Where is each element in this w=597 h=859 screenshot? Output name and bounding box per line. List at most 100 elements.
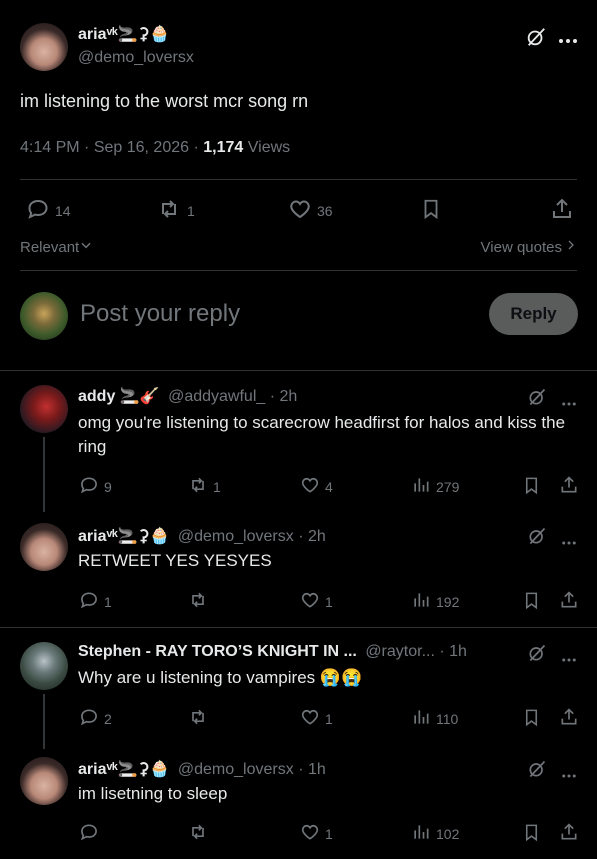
views-count: 1,174 (203, 139, 244, 156)
bookmark-icon[interactable] (420, 197, 442, 226)
like-icon (300, 590, 320, 613)
post-time[interactable]: · 2h (298, 528, 326, 545)
author-handle[interactable]: @demo_loversx (178, 528, 294, 545)
repost-count: 1 (187, 202, 195, 219)
author-display-name[interactable]: addy 🚬🎸 (78, 388, 160, 405)
sort-dropdown[interactable]: Relevant (20, 238, 93, 256)
view-quotes-link[interactable]: View quotes (481, 238, 577, 256)
reply-icon (26, 197, 50, 224)
avatar[interactable] (20, 757, 68, 805)
reply-count: 14 (55, 202, 71, 219)
bookmark-icon[interactable] (522, 590, 541, 616)
reply-count: 9 (104, 478, 112, 495)
post-date[interactable]: Sep 16, 2026 (94, 139, 189, 156)
like-icon (300, 822, 320, 845)
author-display-name[interactable]: ariaᵛᵏ🚬⚳🧁 (78, 761, 169, 778)
post-time[interactable]: · 2h (270, 388, 298, 405)
views-count: 279 (436, 478, 460, 495)
views-icon (411, 475, 431, 498)
grok-icon[interactable] (527, 526, 547, 551)
repost-button[interactable] (188, 707, 213, 730)
post-text: im listening to the worst mcr song rn (20, 91, 309, 111)
post-meta: 4:14 PM · Sep 16, 2026 · 1,174 Views (20, 139, 290, 157)
more-icon[interactable] (560, 533, 578, 551)
reply-button[interactable] (79, 822, 104, 845)
share-icon[interactable] (559, 475, 579, 500)
bookmark-icon[interactable] (522, 822, 541, 848)
reply-count: 2 (104, 710, 112, 727)
repost-icon (188, 475, 208, 498)
reply-text: im lisetning to sleep (78, 784, 228, 803)
like-button[interactable]: 4 (300, 475, 333, 498)
like-icon (300, 475, 320, 498)
views-button[interactable]: 110 (411, 707, 458, 730)
post-time[interactable]: · 1h (439, 643, 467, 660)
author-display-name[interactable]: Stephen - RAY TORO’S KNIGHT IN ... (78, 643, 357, 660)
views-icon (411, 590, 431, 613)
meta-separator: · (84, 139, 90, 156)
bookmark-icon[interactable] (522, 475, 541, 501)
chevron-right-icon (565, 238, 577, 256)
view-quotes-label: View quotes (480, 238, 562, 256)
repost-button[interactable]: 1 (188, 475, 221, 498)
like-icon (300, 707, 320, 730)
reply-count: 1 (104, 593, 112, 610)
like-count: 1 (325, 710, 333, 727)
author-handle[interactable]: @demo_loversx (178, 761, 294, 778)
grok-icon[interactable] (527, 387, 547, 412)
views-icon (411, 822, 431, 845)
reply-text: Why are u listening to vampires 😭😭 (78, 668, 363, 687)
reply-input[interactable]: Post your reply (80, 300, 240, 328)
views-count: 192 (436, 593, 460, 610)
repost-icon (188, 822, 208, 845)
grok-icon[interactable] (527, 759, 547, 784)
avatar[interactable] (20, 385, 68, 433)
reply-icon (79, 590, 99, 613)
author-display-name[interactable]: ariaᵛᵏ🚬⚳🧁 (78, 26, 169, 43)
like-button[interactable]: 1 (300, 822, 333, 845)
views-count: 102 (436, 825, 460, 842)
author-handle[interactable]: @demo_loversx (78, 49, 194, 66)
like-count: 1 (325, 593, 333, 610)
reply-button[interactable]: 9 (79, 475, 112, 498)
like-button[interactable]: 1 (300, 590, 333, 613)
more-icon[interactable] (558, 32, 578, 50)
share-icon[interactable] (559, 707, 579, 732)
author-display-name[interactable]: ariaᵛᵏ🚬⚳🧁 (78, 528, 169, 545)
avatar[interactable] (20, 523, 68, 571)
share-icon[interactable] (559, 590, 579, 615)
share-icon[interactable] (550, 197, 574, 226)
repost-button[interactable]: 1 (156, 197, 195, 224)
author-handle[interactable]: @addyawful_ (168, 388, 265, 405)
avatar[interactable] (20, 642, 68, 690)
grok-icon[interactable] (527, 643, 547, 668)
reply-icon (79, 475, 99, 498)
bookmark-icon[interactable] (522, 707, 541, 733)
reply-button[interactable]: 2 (79, 707, 112, 730)
reply-button[interactable]: 14 (26, 197, 71, 224)
repost-button[interactable] (188, 590, 213, 613)
author-handle[interactable]: @raytor... (365, 643, 435, 660)
reply-submit-button[interactable]: Reply (489, 293, 578, 335)
repost-icon (188, 707, 208, 730)
divider (20, 270, 577, 271)
meta-separator: · (193, 139, 199, 156)
more-icon[interactable] (560, 650, 578, 668)
like-button[interactable]: 36 (288, 197, 333, 224)
repost-button[interactable] (188, 822, 213, 845)
reply-icon (79, 707, 99, 730)
views-button[interactable]: 279 (411, 475, 459, 498)
chevron-down-icon (79, 238, 93, 256)
post-time[interactable]: 4:14 PM (20, 139, 80, 156)
like-button[interactable]: 1 (300, 707, 333, 730)
more-icon[interactable] (560, 394, 578, 412)
avatar[interactable] (20, 23, 68, 71)
views-button[interactable]: 102 (411, 822, 459, 845)
post-time[interactable]: · 1h (298, 761, 326, 778)
divider (20, 179, 577, 180)
views-button[interactable]: 192 (411, 590, 459, 613)
share-icon[interactable] (559, 822, 579, 847)
more-icon[interactable] (560, 766, 578, 784)
reply-button[interactable]: 1 (79, 590, 112, 613)
grok-icon[interactable] (525, 26, 547, 53)
